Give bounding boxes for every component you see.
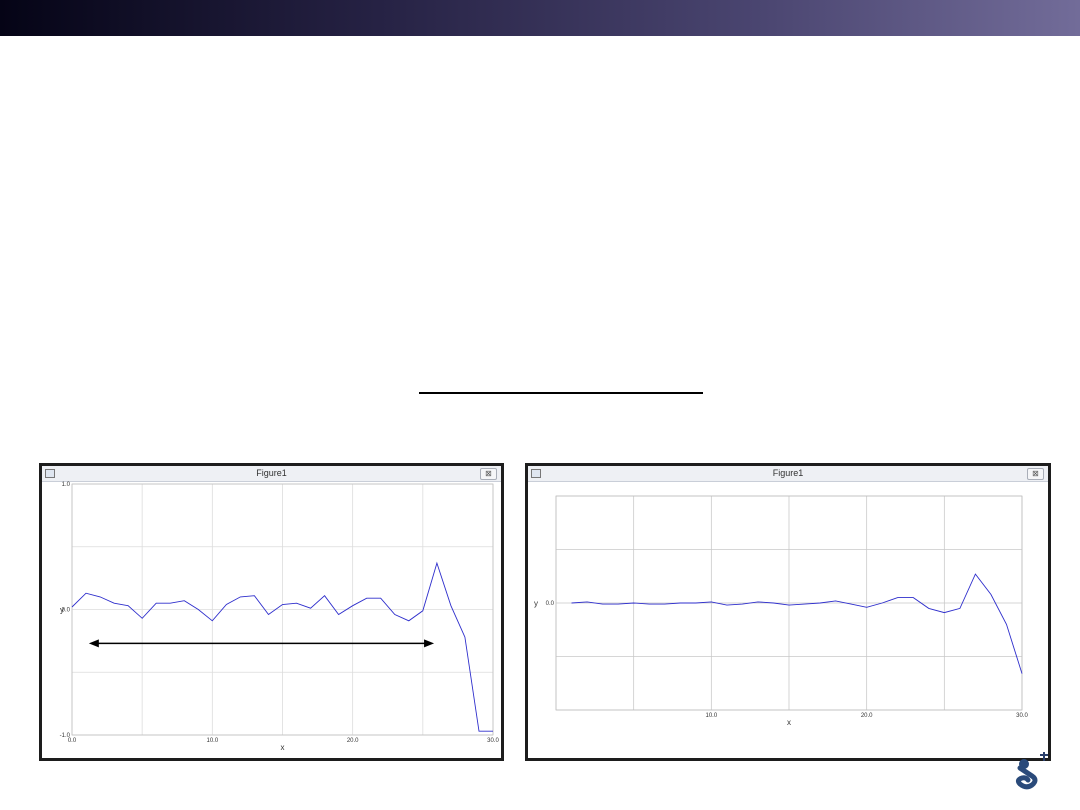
arrow-head-right [424,639,435,648]
figure-window-body: Figure1 ⊠ 0.0 10.0 20.0 30.0 -1.0 0.0 1.0 x y [42,466,501,758]
x-tick-label: 20.0 [347,738,359,744]
y-axis-label: y [534,599,538,608]
arrow-head-left [88,639,99,648]
x-axis-label: x [281,743,285,752]
x-tick-label: 10.0 [206,738,218,744]
x-axis-label: x [787,718,791,727]
figure-window-left: Figure1 ⊠ 0.0 10.0 20.0 30.0 -1.0 0.0 1.0 x y [39,463,504,761]
x-tick-label: 10.0 [705,713,717,719]
x-tick-label: 20.0 [861,713,873,719]
series-line [571,573,1023,674]
chart-left: 0.0 10.0 20.0 30.0-1.00.01.0xy [60,482,500,752]
figure-window-right: Figure1 ⊠ 10.0 20.0 30.0 0.0 x y [525,463,1051,761]
y-axis-label: y [60,606,64,615]
logo-icon [1015,752,1048,790]
y-tick-label: 1.0 [62,482,71,488]
title-underline [419,392,703,394]
y-tick-label: 0.0 [546,601,555,607]
x-tick-label: 30.0 [487,738,499,744]
chart-right: 10.0 20.0 30.0 0.0 x y [534,495,1028,727]
x-tick-label: 30.0 [1016,713,1028,719]
header-bar [0,0,1080,36]
y-tick-label: -1.0 [60,733,71,739]
figure-window-body: Figure1 ⊠ 10.0 20.0 30.0 0.0 x y [528,466,1048,758]
